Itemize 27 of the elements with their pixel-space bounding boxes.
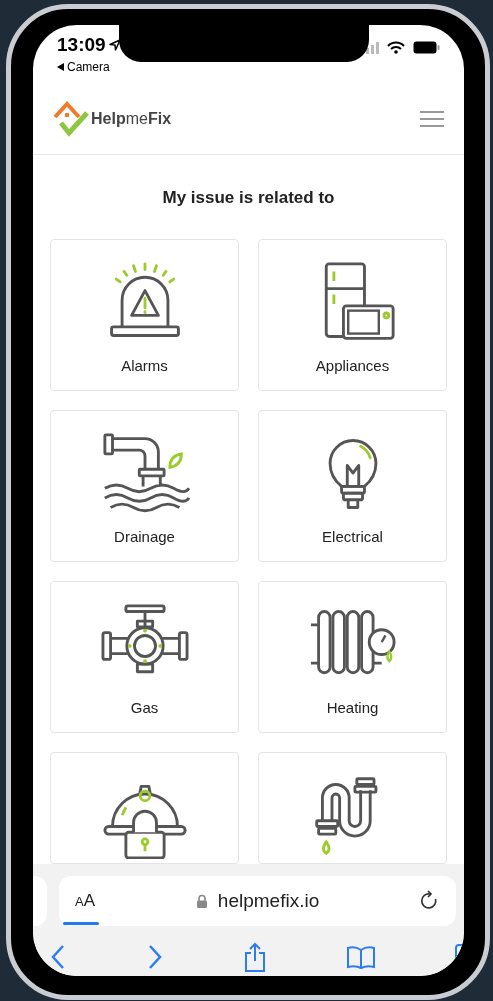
tab-progress-line bbox=[63, 922, 99, 925]
house-check-logo-icon bbox=[53, 100, 89, 137]
back-icon[interactable] bbox=[49, 944, 67, 970]
menu-button[interactable] bbox=[420, 108, 444, 129]
category-card[interactable]: Drainage bbox=[50, 409, 239, 562]
status-time: 13:09 bbox=[57, 35, 106, 54]
book-icon[interactable] bbox=[346, 945, 376, 969]
page-heading: My issue is related to bbox=[161, 187, 336, 209]
category-card[interactable] bbox=[258, 751, 447, 864]
wifi-icon bbox=[387, 41, 405, 54]
forward-icon[interactable] bbox=[146, 944, 164, 970]
category-card[interactable]: Electrical bbox=[258, 409, 447, 562]
category-card[interactable] bbox=[50, 751, 239, 864]
category-card[interactable]: Alarms bbox=[50, 238, 239, 391]
back-triangle-icon bbox=[57, 63, 64, 71]
logo-text: HelpmeFix bbox=[91, 108, 172, 129]
lock-icon bbox=[195, 894, 208, 908]
share-icon[interactable] bbox=[243, 942, 267, 972]
text-size-button[interactable]: AA bbox=[75, 888, 95, 914]
battery-icon bbox=[413, 41, 440, 54]
location-arrow-icon bbox=[108, 38, 121, 51]
category-card[interactable]: Appliances bbox=[258, 238, 447, 391]
category-card[interactable]: Gas bbox=[50, 580, 239, 733]
url-text: helpmefix.io bbox=[217, 888, 320, 913]
back-to-app-link[interactable]: Camera bbox=[57, 58, 121, 76]
address-bar[interactable]: AA helpmefix.io bbox=[59, 876, 456, 926]
category-card[interactable]: Heating bbox=[258, 580, 447, 733]
